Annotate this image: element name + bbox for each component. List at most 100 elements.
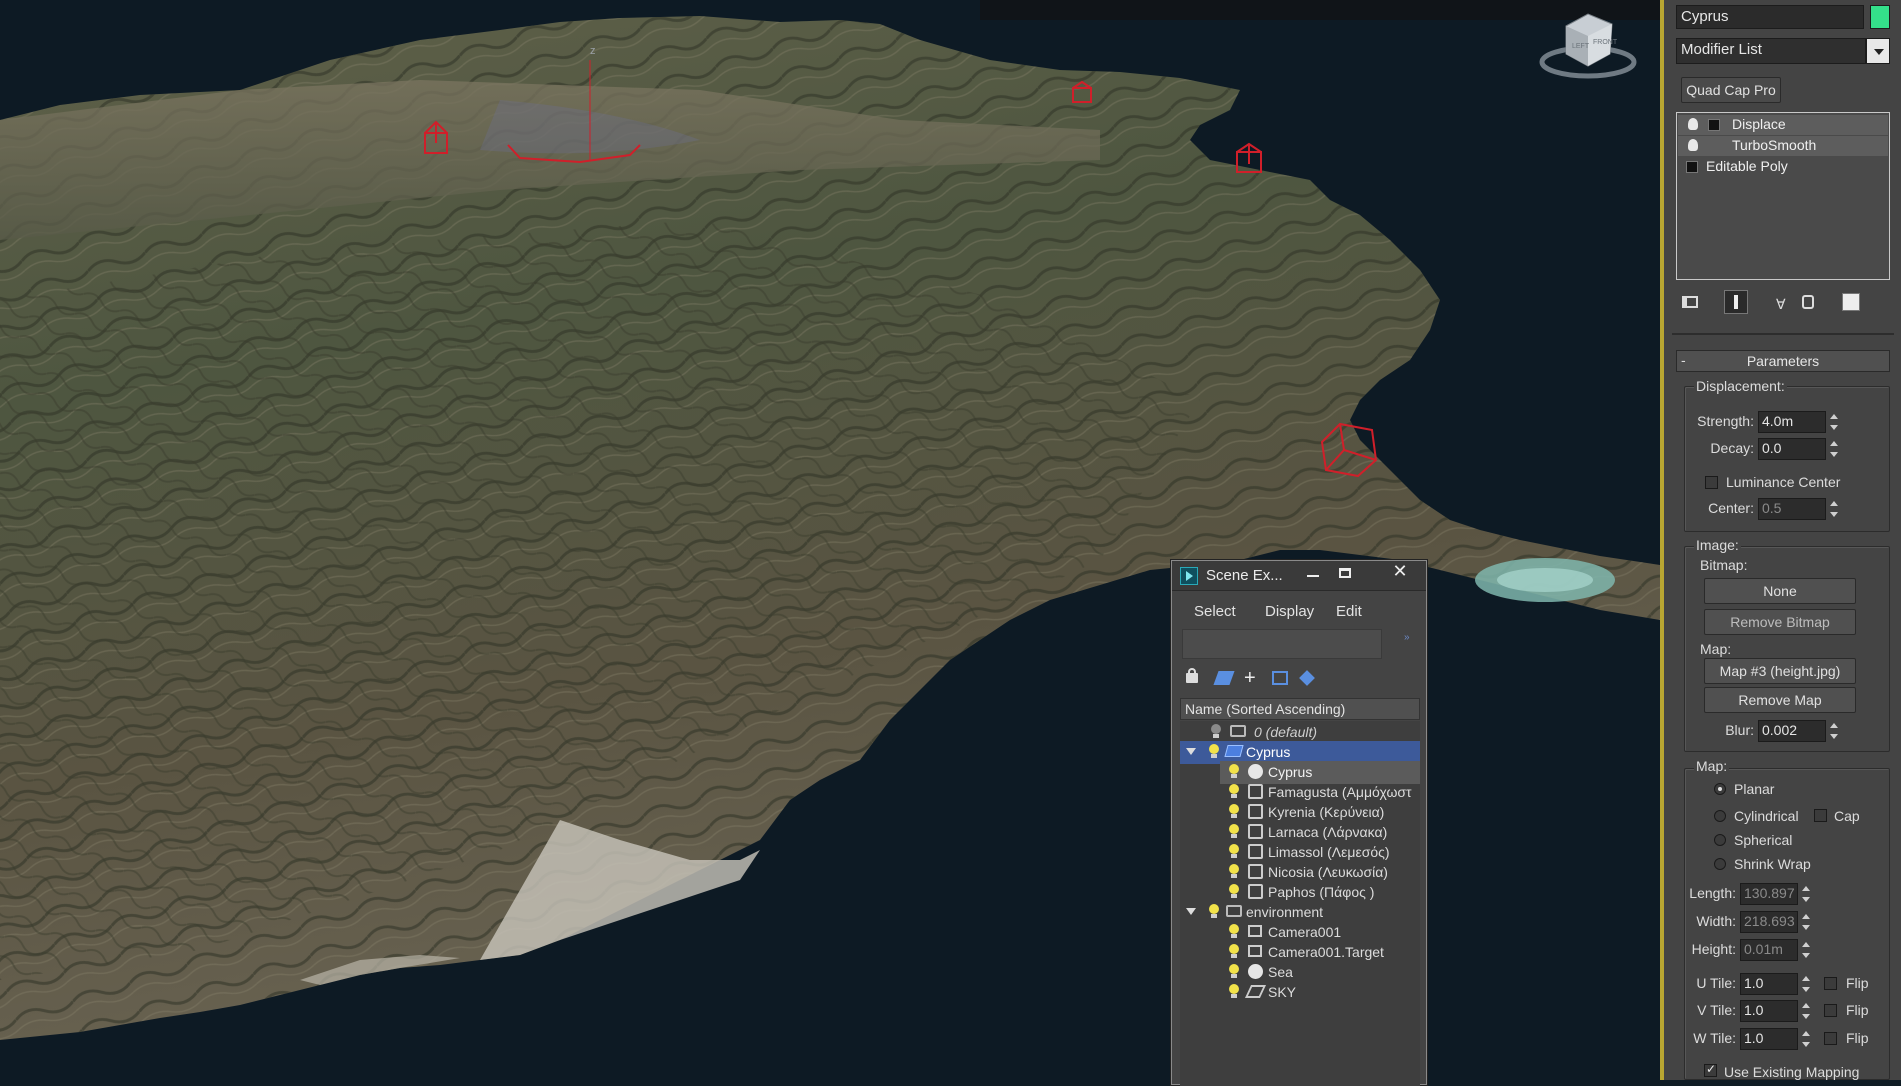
use-existing-mapping-label: Use Existing Mapping xyxy=(1724,1064,1860,1080)
modifier-stack-item-displace[interactable]: Displace xyxy=(1678,115,1888,135)
lightbulb-icon[interactable] xyxy=(1228,864,1240,880)
command-panel: Cyprus Modifier List Quad Cap Pro Displa… xyxy=(1660,0,1901,1080)
layers-icon[interactable] xyxy=(1213,671,1235,685)
blur-input[interactable]: 0.002 xyxy=(1758,720,1826,742)
lightbulb-icon[interactable] xyxy=(1208,744,1220,760)
tree-row-label: Camera001.Target xyxy=(1268,944,1384,960)
scene-tree: 0 (default) Cyprus Cyprus Famagusta (Αμμ… xyxy=(1180,721,1420,1086)
collapse-arrow-icon[interactable] xyxy=(1186,748,1196,755)
expand-icon[interactable] xyxy=(1708,119,1720,131)
center-input[interactable]: 0.5 xyxy=(1758,498,1826,520)
remove-map-button[interactable]: Remove Map xyxy=(1704,687,1856,713)
bitmap-button[interactable]: None xyxy=(1704,578,1856,604)
lightbulb-icon[interactable] xyxy=(1228,984,1240,1000)
lightbulb-icon[interactable] xyxy=(1228,824,1240,840)
stack-toolbar: ∀ xyxy=(1676,290,1890,316)
maximize-button[interactable] xyxy=(1332,563,1358,585)
lightbulb-icon[interactable] xyxy=(1228,944,1240,960)
width-spinner[interactable] xyxy=(1800,912,1812,932)
make-unique-icon[interactable]: ∀ xyxy=(1776,296,1786,313)
u-tile-spinner[interactable] xyxy=(1800,974,1812,994)
show-end-result-icon[interactable] xyxy=(1724,290,1748,314)
cap-checkbox[interactable] xyxy=(1814,809,1827,822)
spherical-radio[interactable] xyxy=(1714,834,1726,846)
remove-modifier-icon[interactable] xyxy=(1802,295,1814,309)
scene-explorer-titlebar[interactable]: Scene Ex... ✕ xyxy=(1172,561,1426,591)
parameters-rollout-header[interactable]: - Parameters xyxy=(1676,350,1890,372)
viewcube[interactable]: LEFT FRONT xyxy=(1538,8,1638,80)
rollout-title: Parameters xyxy=(1746,353,1820,369)
w-flip-checkbox[interactable] xyxy=(1824,1032,1837,1045)
height-spinner[interactable] xyxy=(1800,940,1812,960)
object-name-field[interactable]: Cyprus xyxy=(1676,5,1864,29)
group-icon xyxy=(1248,864,1263,879)
pin-stack-icon[interactable] xyxy=(1682,296,1698,308)
strength-input[interactable]: 4.0m xyxy=(1758,411,1826,433)
geometry-icon xyxy=(1248,764,1263,779)
configure-modifier-sets-icon[interactable] xyxy=(1842,293,1860,311)
u-tile-input[interactable]: 1.0 xyxy=(1740,973,1798,995)
search-input[interactable] xyxy=(1182,629,1382,659)
lightbulb-icon[interactable] xyxy=(1208,904,1220,920)
add-icon[interactable]: + xyxy=(1244,667,1256,690)
group-icon xyxy=(1248,884,1263,899)
menu-display[interactable]: Display xyxy=(1265,603,1314,620)
decay-spinner[interactable] xyxy=(1828,439,1840,459)
lightbulb-icon[interactable] xyxy=(1688,139,1698,151)
cylindrical-radio[interactable] xyxy=(1714,810,1726,822)
modifier-list-arrow[interactable] xyxy=(1866,38,1890,64)
decay-input[interactable]: 0.0 xyxy=(1758,438,1826,460)
v-tile-input[interactable]: 1.0 xyxy=(1740,1000,1798,1022)
v-flip-checkbox[interactable] xyxy=(1824,1004,1837,1017)
modifier-stack-item-turbosmooth[interactable]: TurboSmooth xyxy=(1678,136,1888,156)
select-layer-icon[interactable] xyxy=(1299,670,1315,686)
blur-spinner[interactable] xyxy=(1828,721,1840,741)
u-flip-checkbox[interactable] xyxy=(1824,977,1837,990)
lightbulb-icon[interactable] xyxy=(1228,784,1240,800)
lightbulb-icon[interactable] xyxy=(1210,724,1222,740)
strength-spinner[interactable] xyxy=(1828,412,1840,432)
select-children-icon[interactable] xyxy=(1272,671,1288,685)
bitmap-label: Bitmap: xyxy=(1700,557,1748,573)
column-header[interactable]: Name (Sorted Ascending) xyxy=(1180,698,1420,720)
lightbulb-icon[interactable] xyxy=(1228,804,1240,820)
center-spinner[interactable] xyxy=(1828,499,1840,519)
collapse-arrow-icon[interactable] xyxy=(1186,908,1196,915)
luminance-center-checkbox[interactable] xyxy=(1705,476,1718,489)
length-input[interactable]: 130.897 xyxy=(1740,883,1798,905)
u-flip-label: Flip xyxy=(1846,975,1869,991)
menu-select[interactable]: Select xyxy=(1194,603,1236,620)
column-header-label: Name (Sorted Ascending) xyxy=(1185,701,1346,717)
object-color-swatch[interactable] xyxy=(1870,5,1890,29)
tree-row-sky[interactable]: SKY xyxy=(1220,981,1420,1004)
height-input[interactable]: 0.01m xyxy=(1740,939,1798,961)
v-tile-spinner[interactable] xyxy=(1800,1001,1812,1021)
lightbulb-icon[interactable] xyxy=(1228,884,1240,900)
lightbulb-icon[interactable] xyxy=(1228,764,1240,780)
lightbulb-icon[interactable] xyxy=(1228,964,1240,980)
map-button[interactable]: Map #3 (height.jpg) xyxy=(1704,658,1856,684)
w-tile-input[interactable]: 1.0 xyxy=(1740,1028,1798,1050)
window-title: Scene Ex... xyxy=(1206,567,1283,584)
expand-toolbar-icon[interactable]: » xyxy=(1404,632,1410,643)
width-input[interactable]: 218.693 xyxy=(1740,911,1798,933)
lightbulb-icon[interactable] xyxy=(1688,118,1698,130)
expand-icon[interactable] xyxy=(1686,161,1698,173)
lightbulb-icon[interactable] xyxy=(1228,844,1240,860)
scene-explorer-toolbar: + xyxy=(1186,667,1366,693)
use-existing-mapping-checkbox[interactable]: ✓ xyxy=(1704,1062,1717,1077)
tree-row-label: environment xyxy=(1246,904,1324,920)
length-spinner[interactable] xyxy=(1800,884,1812,904)
lightbulb-icon[interactable] xyxy=(1228,924,1240,940)
remove-bitmap-button[interactable]: Remove Bitmap xyxy=(1704,609,1856,635)
planar-radio[interactable] xyxy=(1714,783,1726,795)
shrink-wrap-radio[interactable] xyxy=(1714,858,1726,870)
menu-edit[interactable]: Edit xyxy=(1336,603,1362,620)
viewcube-left-face: LEFT xyxy=(1572,43,1590,50)
close-button[interactable]: ✕ xyxy=(1380,561,1420,585)
minimize-button[interactable] xyxy=(1300,563,1326,585)
modifier-list-dropdown[interactable]: Modifier List xyxy=(1676,38,1866,64)
w-tile-spinner[interactable] xyxy=(1800,1029,1812,1049)
modifier-stack-item-editable-poly[interactable]: Editable Poly xyxy=(1678,157,1888,177)
quad-cap-pro-button[interactable]: Quad Cap Pro xyxy=(1681,77,1781,103)
